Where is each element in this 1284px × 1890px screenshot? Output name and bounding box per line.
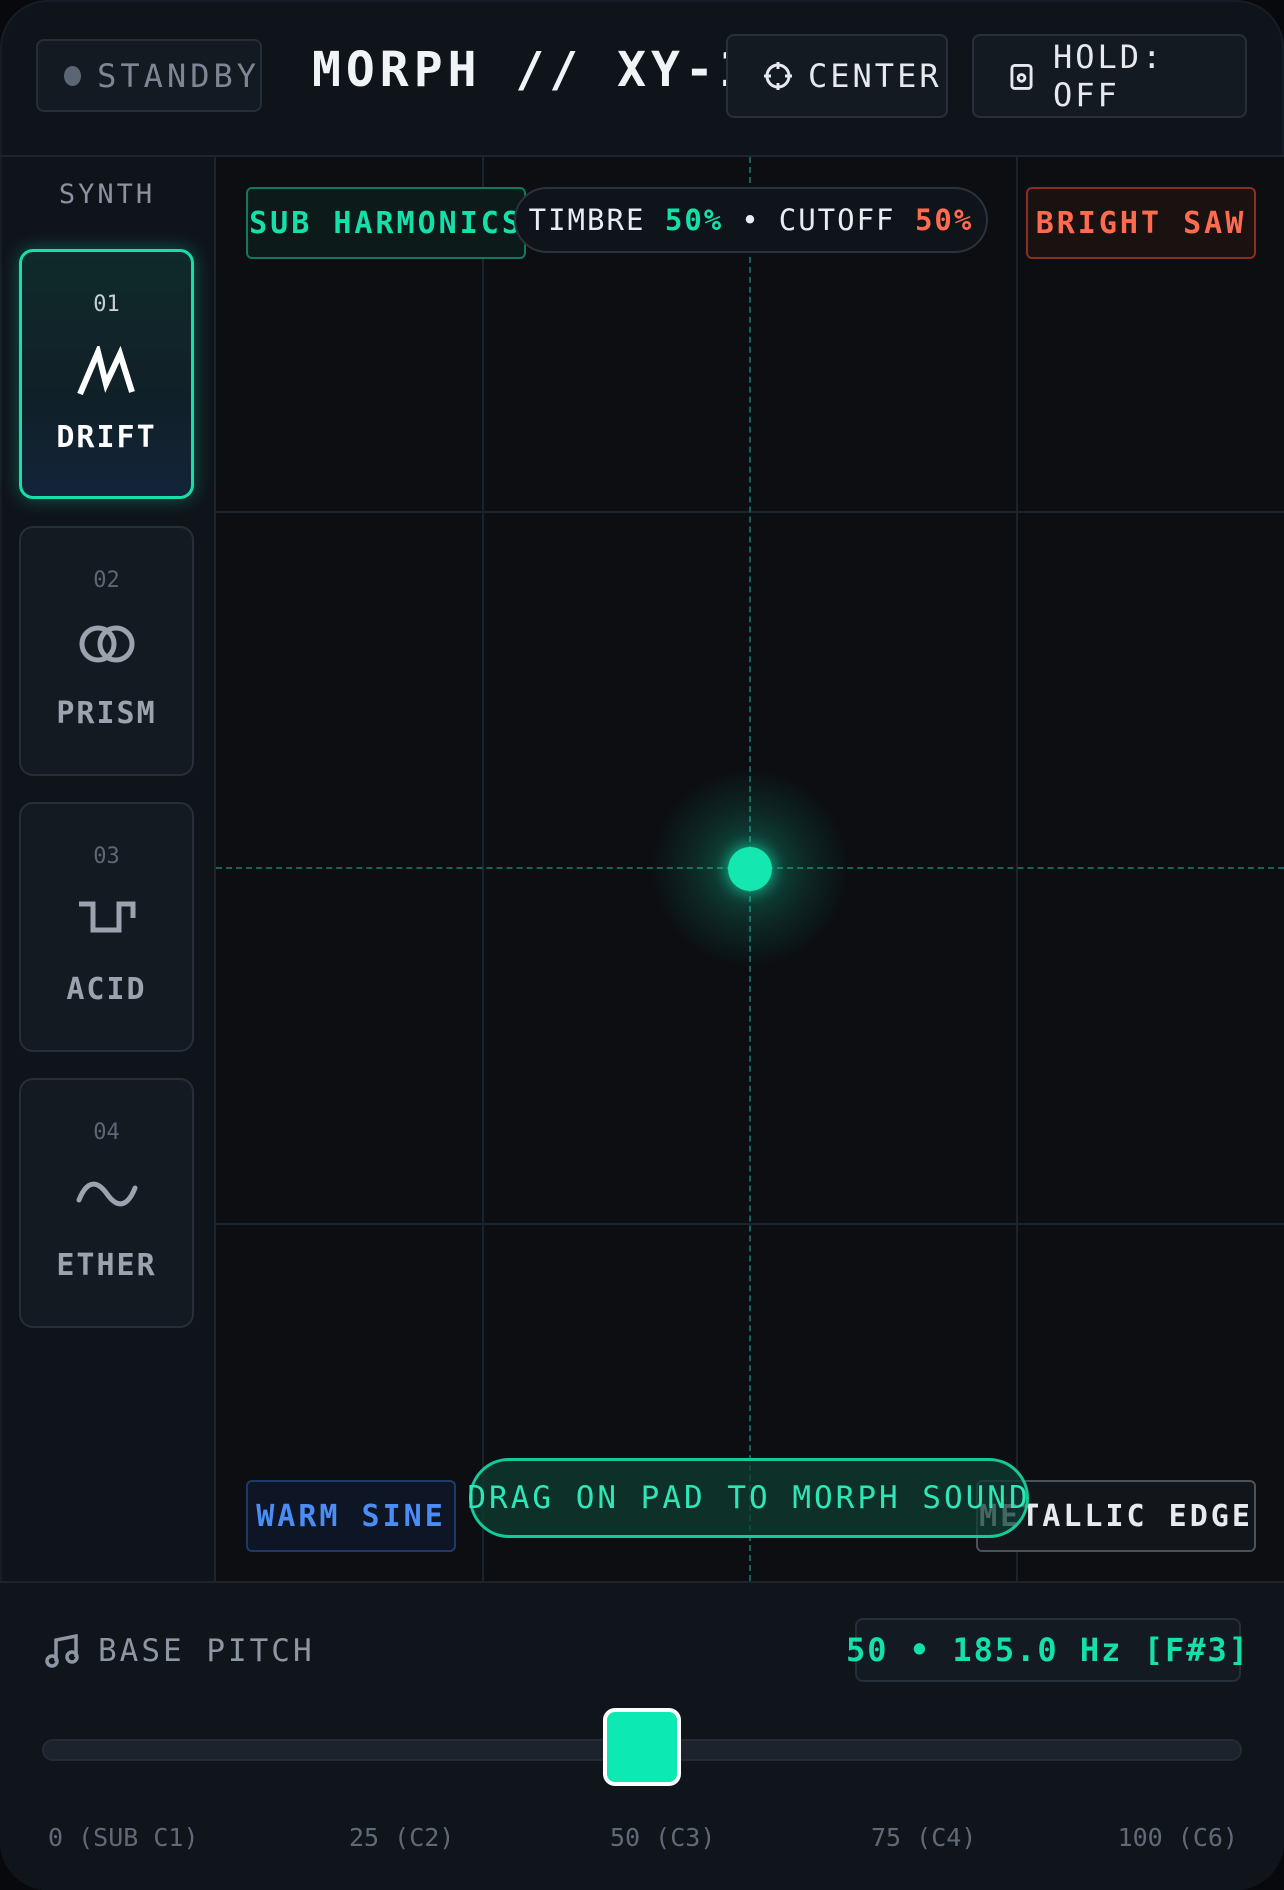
pitch-value-display: 50 • 185.0 Hz [F#3] xyxy=(846,1618,1248,1682)
corner-label-top-left: SUB HARMONICS xyxy=(246,187,526,259)
interlocking-rings-icon xyxy=(79,625,134,663)
sine-wave-icon xyxy=(76,1181,137,1207)
readout-separator: • xyxy=(741,203,761,237)
base-pitch-heading: BASE PITCH xyxy=(44,1633,315,1669)
base-pitch-panel: BASE PITCH 50 • 185.0 Hz [F#3] 0 (SUB C1… xyxy=(0,1581,1284,1890)
pitch-tick-label: 0 (SUB C1) xyxy=(48,1823,199,1852)
status-label: STANDBY xyxy=(97,56,260,95)
square-wave-icon xyxy=(78,901,135,933)
crosshair-icon xyxy=(764,62,792,90)
header-bar: STANDBY MORPH // XY-1 CENTER HOLD: OFF xyxy=(0,0,1284,157)
pitch-tick-label: 100 (C6) xyxy=(1117,1823,1238,1852)
center-button-label: CENTER xyxy=(808,57,942,95)
pitch-tick-label: 50 (C3) xyxy=(610,1823,716,1852)
hold-toggle-button[interactable]: HOLD: OFF xyxy=(972,34,1247,118)
preset-name: DRIFT xyxy=(56,420,157,455)
timbre-value: 50% xyxy=(664,203,724,237)
base-pitch-label: BASE PITCH xyxy=(98,1633,315,1669)
preset-number: 02 xyxy=(93,568,120,593)
preset-name: ETHER xyxy=(56,1248,157,1283)
status-dot xyxy=(64,65,82,86)
synth-preset-sidebar: SYNTH 01 DRIFT 02 PRISM 03 ACID 04 ETHER xyxy=(0,157,216,1581)
status-indicator: STANDBY xyxy=(36,39,262,112)
pitch-tick-label: 25 (C2) xyxy=(349,1823,455,1852)
grid-line xyxy=(1016,157,1018,1581)
app-title: MORPH // XY-1 xyxy=(312,42,753,98)
zigzag-wave-icon xyxy=(76,346,135,396)
preset-name: PRISM xyxy=(56,696,157,731)
cutoff-value: 50% xyxy=(914,203,974,237)
preset-ether[interactable]: 04 ETHER xyxy=(19,1078,194,1328)
preset-number: 01 xyxy=(93,292,120,317)
center-button[interactable]: CENTER xyxy=(726,34,948,118)
grid-line xyxy=(482,157,484,1581)
preset-acid[interactable]: 03 ACID xyxy=(19,802,194,1052)
corner-label-bottom-left: WARM SINE xyxy=(246,1480,456,1552)
preset-number: 03 xyxy=(93,844,120,869)
preset-drift[interactable]: 01 DRIFT xyxy=(19,249,194,499)
preset-prism[interactable]: 02 PRISM xyxy=(19,526,194,776)
xy-cursor-handle[interactable] xyxy=(728,847,772,891)
hold-toggle-label: HOLD: OFF xyxy=(1053,38,1165,114)
pitch-tick-label: 75 (C4) xyxy=(871,1823,977,1852)
synth-app: STANDBY MORPH // XY-1 CENTER HOLD: OFF S… xyxy=(0,0,1284,1890)
sidebar-title: SYNTH xyxy=(58,179,156,210)
preset-number: 04 xyxy=(93,1120,120,1145)
pitch-slider-thumb[interactable] xyxy=(603,1708,681,1786)
corner-label-top-right: BRIGHT SAW xyxy=(1026,187,1256,259)
xy-readout: TIMBRE 50% • CUTOFF 50% xyxy=(514,187,988,253)
xy-morph-pad[interactable]: SUB HARMONICS BRIGHT SAW TIMBRE 50% • CU… xyxy=(216,157,1284,1581)
cutoff-label: CUTOFF xyxy=(778,203,896,237)
preset-name: ACID xyxy=(66,972,147,1007)
music-note-icon xyxy=(45,1633,79,1668)
timbre-label: TIMBRE xyxy=(528,203,646,237)
drag-hint: DRAG ON PAD TO MORPH SOUND xyxy=(467,1458,1029,1538)
lock-icon xyxy=(1010,64,1033,90)
